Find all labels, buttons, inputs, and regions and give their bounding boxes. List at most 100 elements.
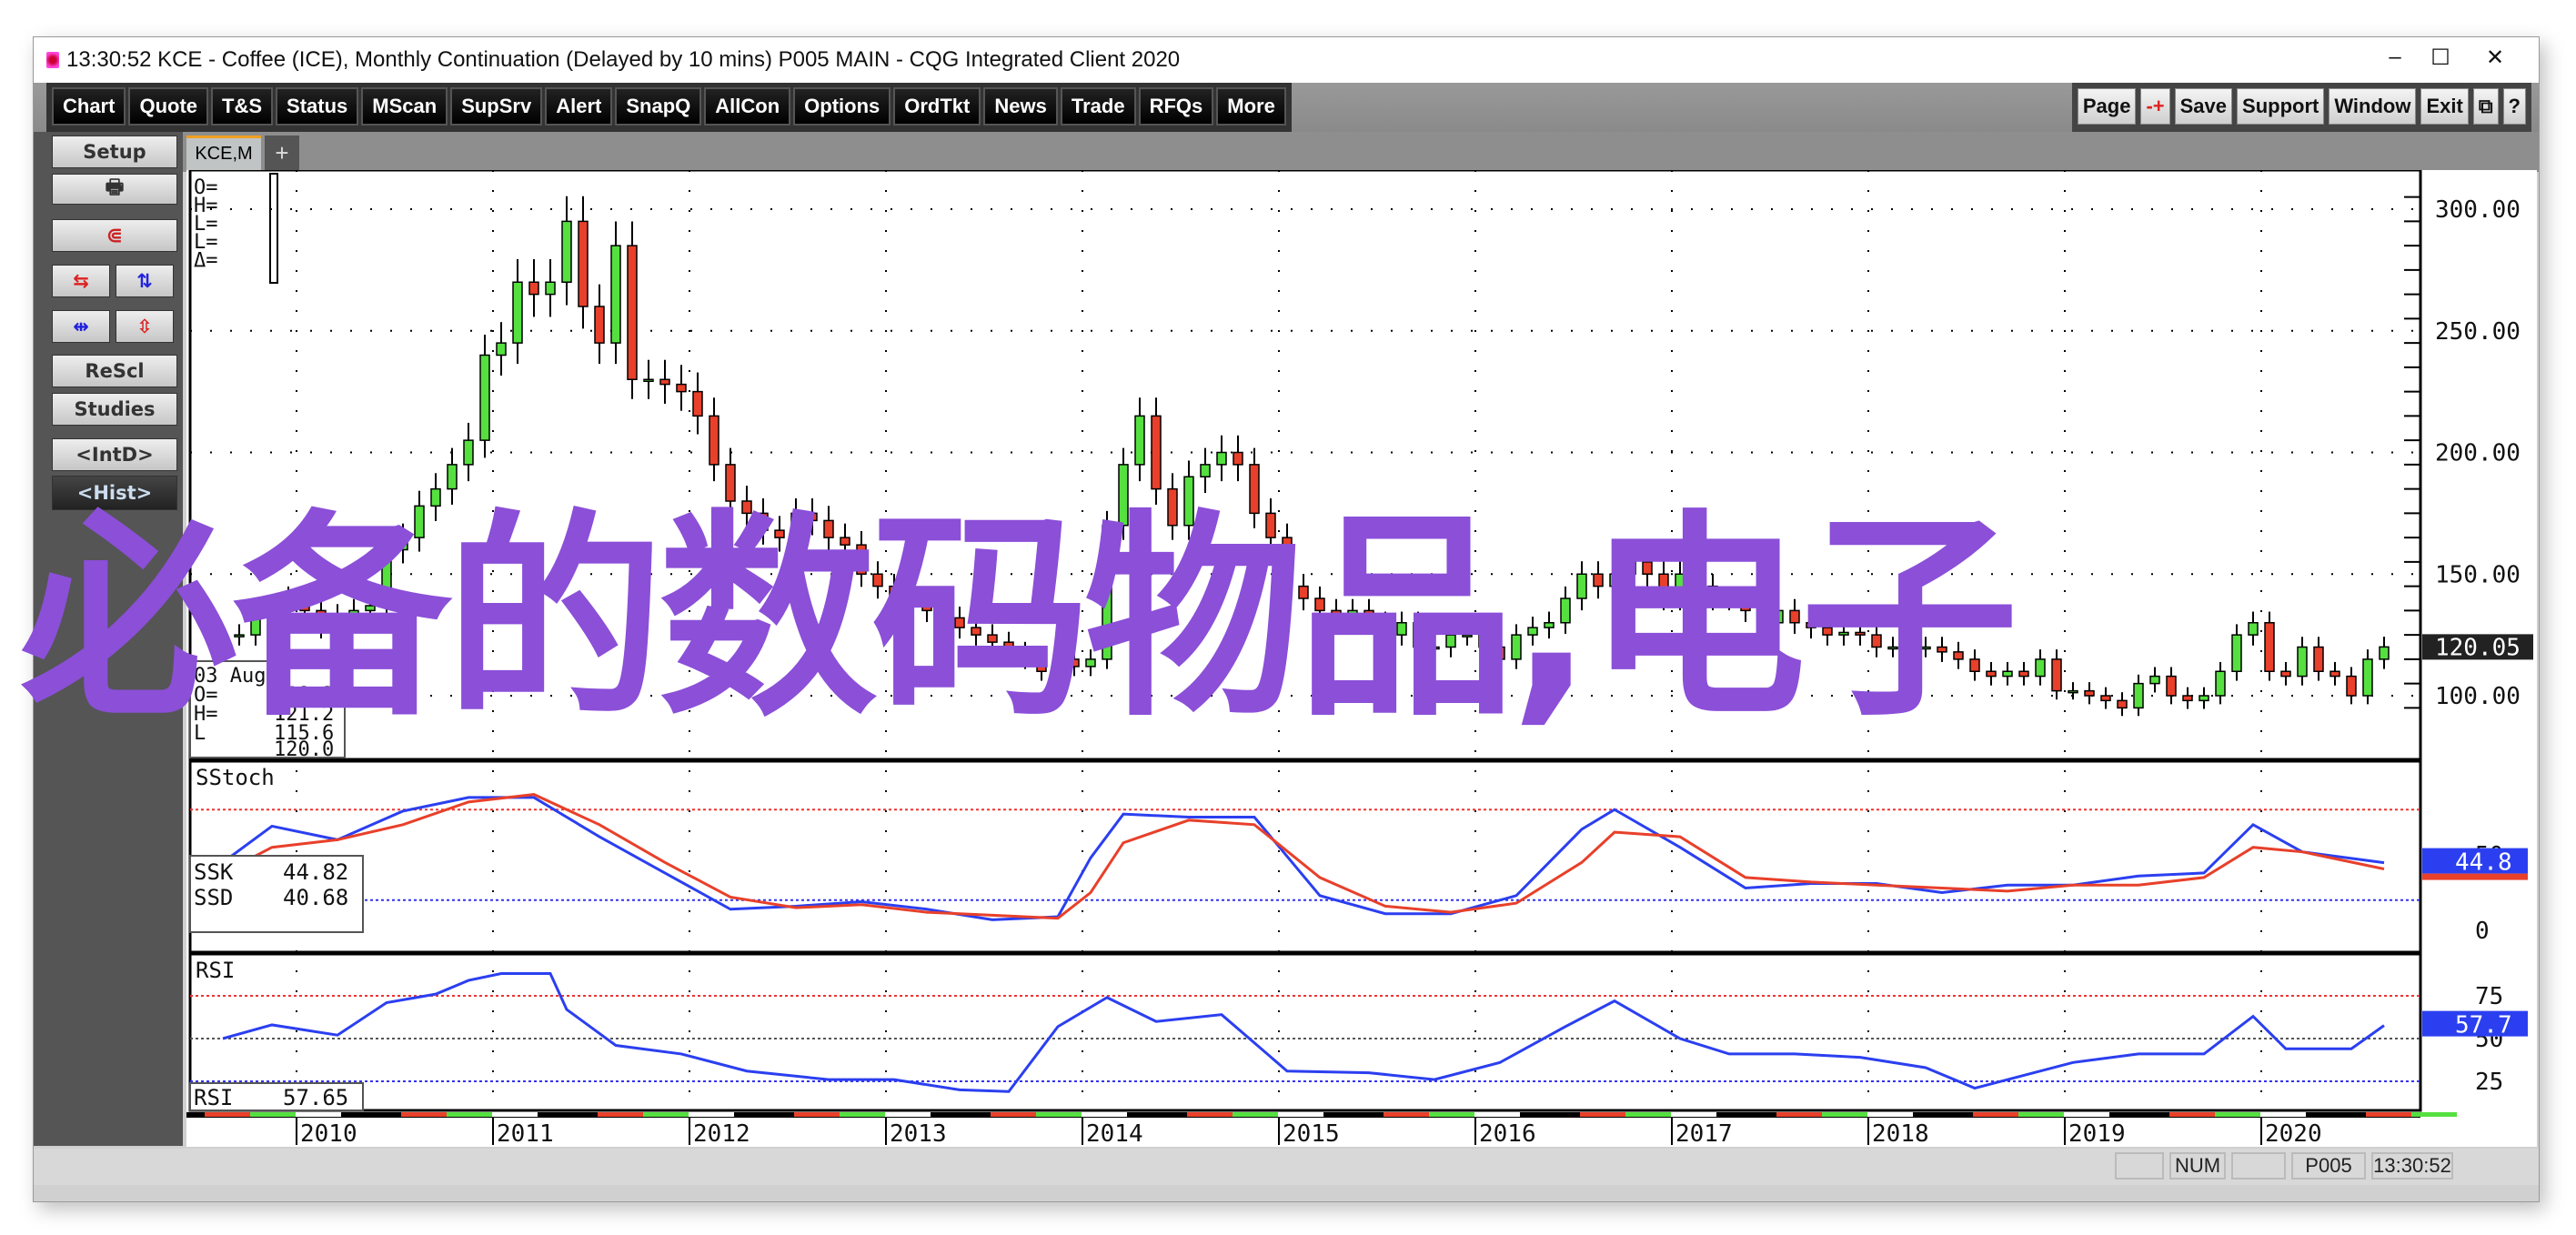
candle-body [234,634,245,638]
candle-body [2199,695,2209,702]
tab-kce-m[interactable]: KCE,M [186,136,261,170]
candle-body [397,537,408,551]
price-tick-label: 150.00 [2435,561,2521,588]
candle-body [267,609,277,617]
session-bar-neutral [296,1112,341,1117]
candle-body [316,609,327,628]
candle-body [938,609,949,619]
candle-body [1151,415,1162,490]
toolbar-rfqs-button[interactable]: RFQs [1138,87,1214,126]
candle-body [1265,512,1276,538]
chart-area[interactable]: 2010 2011 2012 2013 2014 2015 2016 2017 2018 2019… [186,170,2537,1147]
studies-button[interactable]: Studies [52,393,177,426]
print-button[interactable]: 🖶 [52,174,177,205]
candle-body [1756,609,1767,624]
toolbar-page-button[interactable]: Page [2077,88,2137,125]
toolbar-status-button[interactable]: Status [276,87,359,126]
candle-body [1429,646,1440,650]
window-title: 13:30:52 KCE - Coffee (ICE), Monthly Con… [66,47,1181,72]
candle-body [496,342,507,356]
x-tick-label-2010: 2010 [300,1120,357,1147]
toolbar-options-button[interactable]: Options [793,87,891,126]
candle-body [1462,634,1473,638]
maximize-button[interactable]: ☐ [2413,45,2468,75]
candle-body [1003,641,1014,653]
toolbar-trade-button[interactable]: Trade [1060,87,1136,126]
toolbar-restore-button[interactable]: ⧉ [2472,88,2499,125]
toolbar-mscan-button[interactable]: MScan [361,87,448,126]
scroll-vertical-button[interactable]: ⇅ [116,265,174,297]
candle-body [2346,675,2357,697]
rsi-tick-label: 75 [2475,983,2503,1010]
candle-body [1544,622,1555,628]
toolbar-window-button[interactable]: Window [2329,88,2417,125]
compress-horizontal-button[interactable]: ⇹ [52,310,110,343]
toolbar-more-button[interactable]: More [1216,87,1286,126]
rescale-button[interactable]: ReScl [52,355,177,387]
bar-readout-close: 120.0 [274,738,334,761]
toolbar-allcon-button[interactable]: AllCon [704,87,791,126]
candle-body [2068,689,2078,694]
rsi-tick-label: 25 [2475,1069,2503,1096]
session-bar-up [1822,1112,1867,1117]
toolbar-support-button[interactable]: Support [2237,88,2325,125]
rsi-badge-label: 57.7 [2455,1012,2512,1039]
session-bar-down [1776,1112,1822,1117]
candle-body [594,306,605,344]
candle-body [1233,451,1243,466]
toolbar-zoom-button[interactable]: -+ [2140,88,2170,125]
candle-body [2084,689,2095,697]
candle-body [1855,631,1866,636]
session-bar-neutral [885,1112,931,1117]
compress-vertical-button[interactable]: ⇳ [116,310,174,343]
x-tick-label-2019: 2019 [2068,1120,2126,1147]
candle-body [954,617,965,628]
candle-body [676,383,687,393]
candle-body [1445,634,1456,648]
rsi-title: RSI [196,958,235,983]
price-tick-label: 100.00 [2435,683,2521,710]
toolbar-snapq-button[interactable]: SnapQ [615,87,702,126]
candle-body [2379,646,2390,660]
candle-body [1953,651,1964,660]
candle-body [2264,622,2275,672]
candle-body [1969,658,1980,672]
toolbar-help-button[interactable]: ? [2502,88,2526,125]
magnet-button[interactable]: ⋐ [52,219,177,252]
candle-body [217,634,228,641]
candle-body [250,614,261,636]
history-button[interactable]: <Hist> [52,476,177,510]
x-tick-label-2016: 2016 [1479,1120,1536,1147]
candle-body [1560,597,1571,624]
x-tick-label-2011: 2011 [497,1120,554,1147]
candle-body [1838,631,1849,636]
session-bar-up [840,1112,885,1117]
candle-body [1576,573,1587,599]
candle-body [758,512,769,531]
compress-vertical-icon: ⇳ [136,316,153,337]
candle-body [1085,658,1096,668]
candle-body [2018,670,2029,678]
candle-body [545,281,556,296]
toolbar-chart-button[interactable]: Chart [52,87,126,126]
session-bar-neutral [2064,1112,2109,1117]
toolbar-ts-button[interactable]: T&S [211,87,274,126]
candle-body [692,390,703,417]
toolbar-news-button[interactable]: News [983,87,1058,126]
add-tab-button[interactable]: + [265,136,299,170]
setup-button[interactable]: Setup [52,136,177,168]
close-button[interactable]: ✕ [2468,45,2522,75]
scroll-horizontal-button[interactable]: ⇆ [52,265,110,297]
toolbar-ordtkt-button[interactable]: OrdTkt [893,87,981,126]
candle-body [1511,634,1522,660]
toolbar-alert-button[interactable]: Alert [545,87,613,126]
status-empty-1 [2115,1152,2164,1180]
candle-body [627,245,638,380]
intraday-button[interactable]: <IntD> [52,438,177,471]
toolbar-save-button[interactable]: Save [2174,88,2233,125]
candle-body [1658,573,1669,599]
toolbar-exit-button[interactable]: Exit [2420,88,2469,125]
toolbar-quote-button[interactable]: Quote [128,87,209,126]
toolbar-supsrv-button[interactable]: SupSrv [450,87,543,126]
session-bar-down [794,1112,840,1117]
